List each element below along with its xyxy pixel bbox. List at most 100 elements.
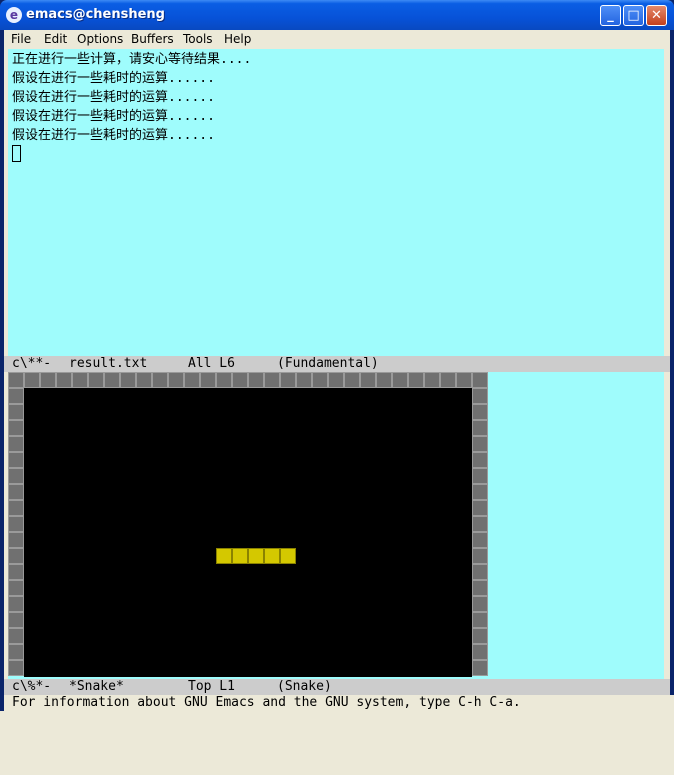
wall-block	[424, 372, 440, 388]
wall-block	[440, 372, 456, 388]
window-title: emacs@chensheng	[26, 7, 165, 22]
wall-block	[8, 548, 24, 564]
menu-bar: File Edit Options Buffers Tools Help	[4, 30, 670, 49]
wall-block	[232, 372, 248, 388]
snake-board	[8, 372, 488, 677]
wall-block	[408, 372, 424, 388]
wall-block	[8, 452, 24, 468]
wall-block	[312, 372, 328, 388]
modeline-mode: (Fundamental)	[277, 356, 379, 371]
mode-line-snake[interactable]: c\%*- *Snake* Top L1 (Snake)	[4, 679, 670, 695]
wall-block	[8, 500, 24, 516]
modeline-position: Top L1	[188, 679, 235, 694]
wall-block	[8, 660, 24, 676]
emacs-icon: e	[6, 7, 22, 23]
snake-play-area	[24, 388, 472, 677]
wall-block	[24, 372, 40, 388]
wall-block	[136, 372, 152, 388]
wall-block	[472, 564, 488, 580]
wall-block	[472, 468, 488, 484]
wall-block	[472, 612, 488, 628]
menu-options[interactable]: Options	[77, 32, 123, 46]
wall-block	[472, 500, 488, 516]
wall-block	[472, 628, 488, 644]
buffer-line: 正在进行一些计算，请安心等待结果....	[12, 52, 252, 67]
wall-block	[360, 372, 376, 388]
minimize-button[interactable]: _	[600, 5, 621, 26]
wall-block	[104, 372, 120, 388]
wall-block	[472, 484, 488, 500]
wall-block	[184, 372, 200, 388]
wall-block	[8, 564, 24, 580]
result-buffer[interactable]: 正在进行一些计算，请安心等待结果.... 假设在进行一些耗时的运算...... …	[8, 49, 664, 356]
wall-block	[328, 372, 344, 388]
wall-block	[88, 372, 104, 388]
wall-block	[8, 404, 24, 420]
wall-block	[8, 580, 24, 596]
wall-block	[8, 532, 24, 548]
modeline-status: c\**-	[12, 356, 52, 371]
buffer-line: 假设在进行一些耗时的运算......	[12, 71, 215, 86]
modeline-buffer-name: result.txt	[69, 356, 148, 371]
wall-block	[456, 372, 472, 388]
wall-block	[472, 420, 488, 436]
snake-segment	[232, 548, 248, 564]
wall-block	[472, 660, 488, 676]
wall-block	[152, 372, 168, 388]
title-bar[interactable]: e emacs@chensheng _ □ ✕	[0, 0, 674, 30]
wall-block	[8, 372, 24, 388]
wall-block	[472, 452, 488, 468]
wall-block	[8, 420, 24, 436]
wall-block	[376, 372, 392, 388]
wall-block	[472, 404, 488, 420]
wall-block	[216, 372, 232, 388]
wall-block	[392, 372, 408, 388]
wall-block	[168, 372, 184, 388]
buffer-line: 假设在进行一些耗时的运算......	[12, 90, 215, 105]
wall-block	[472, 580, 488, 596]
snake-segment	[248, 548, 264, 564]
wall-block	[296, 372, 312, 388]
wall-block	[8, 596, 24, 612]
wall-block	[8, 388, 24, 404]
close-button[interactable]: ✕	[646, 5, 667, 26]
wall-block	[472, 436, 488, 452]
menu-tools[interactable]: Tools	[183, 32, 213, 46]
echo-area: For information about GNU Emacs and the …	[4, 695, 674, 711]
text-cursor	[12, 145, 21, 162]
maximize-button[interactable]: □	[623, 5, 644, 26]
window-client-area: File Edit Options Buffers Tools Help 正在进…	[4, 30, 674, 711]
wall-block	[472, 548, 488, 564]
wall-block	[8, 484, 24, 500]
wall-block	[72, 372, 88, 388]
wall-block	[8, 436, 24, 452]
wall-block	[56, 372, 72, 388]
menu-buffers[interactable]: Buffers	[131, 32, 174, 46]
emacs-window: e emacs@chensheng _ □ ✕ File Edit Option…	[0, 0, 674, 711]
wall-block	[8, 628, 24, 644]
wall-block	[200, 372, 216, 388]
wall-block	[472, 596, 488, 612]
wall-block	[40, 372, 56, 388]
wall-block	[8, 612, 24, 628]
wall-block	[472, 644, 488, 660]
wall-block	[472, 532, 488, 548]
modeline-mode: (Snake)	[277, 679, 332, 694]
snake-buffer[interactable]	[8, 372, 664, 679]
modeline-position: All L6	[188, 356, 235, 371]
menu-help[interactable]: Help	[224, 32, 251, 46]
mode-line-result[interactable]: c\**- result.txt All L6 (Fundamental)	[4, 356, 670, 372]
wall-block	[280, 372, 296, 388]
buffer-line: 假设在进行一些耗时的运算......	[12, 109, 215, 124]
menu-file[interactable]: File	[11, 32, 31, 46]
wall-block	[8, 516, 24, 532]
buffer-line: 假设在进行一些耗时的运算......	[12, 128, 215, 143]
snake-segment	[280, 548, 296, 564]
wall-block	[344, 372, 360, 388]
wall-block	[472, 388, 488, 404]
wall-block	[472, 516, 488, 532]
modeline-status: c\%*-	[12, 679, 52, 694]
snake-segment	[264, 548, 280, 564]
menu-edit[interactable]: Edit	[44, 32, 67, 46]
wall-block	[120, 372, 136, 388]
